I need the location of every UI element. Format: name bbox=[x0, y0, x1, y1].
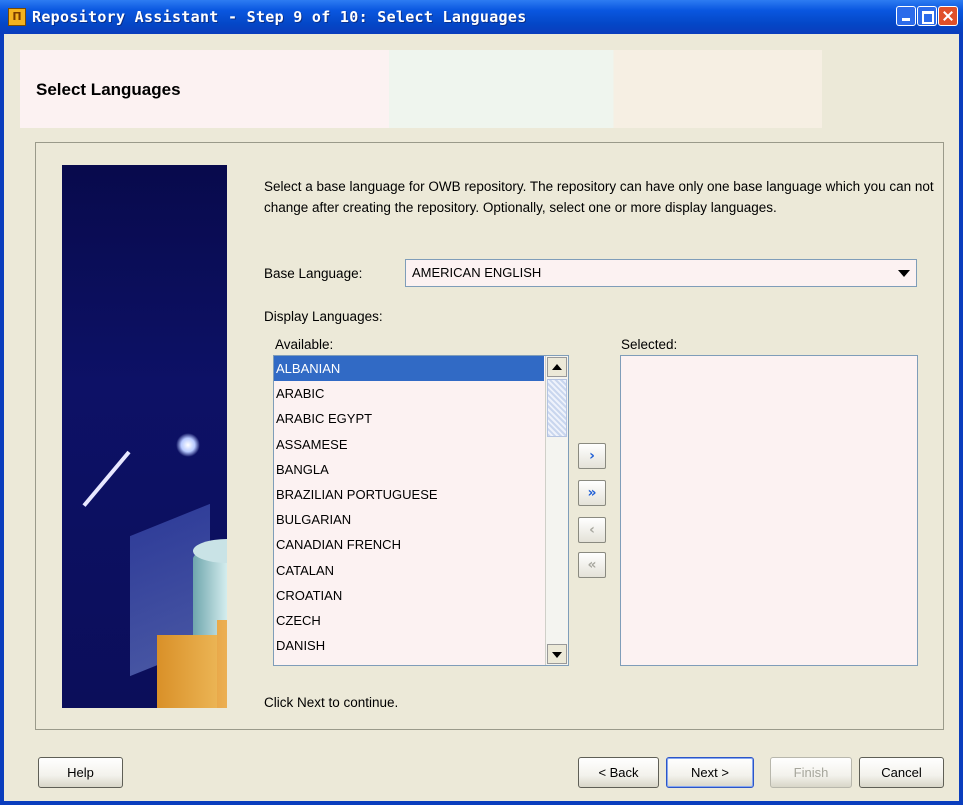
cancel-button[interactable]: Cancel bbox=[859, 757, 944, 788]
next-button[interactable]: Next > bbox=[666, 757, 754, 788]
available-languages-list[interactable]: ALBANIAN ARABIC ARABIC EGYPT ASSAMESE BANGLA… bbox=[273, 355, 569, 666]
minimize-icon[interactable] bbox=[896, 6, 916, 26]
warehouse-building-front bbox=[217, 620, 227, 708]
header-band: Select Languages bbox=[20, 50, 822, 128]
list-item[interactable]: BRAZILIAN PORTUGUESE bbox=[274, 482, 544, 507]
maximize-icon[interactable] bbox=[917, 6, 937, 26]
scroll-thumb[interactable] bbox=[547, 379, 567, 437]
app-icon: П bbox=[8, 8, 26, 26]
base-language-value: AMERICAN ENGLISH bbox=[412, 265, 542, 280]
list-item[interactable]: BANGLA bbox=[274, 457, 544, 482]
remove-all-button[interactable]: « bbox=[578, 552, 606, 578]
page-title: Select Languages bbox=[36, 80, 181, 99]
list-item[interactable]: ALBANIAN bbox=[274, 356, 544, 382]
list-item[interactable]: ASSAMESE bbox=[274, 432, 544, 457]
list-item[interactable]: ARABIC bbox=[274, 381, 544, 406]
base-language-label: Base Language: bbox=[264, 266, 363, 281]
close-icon[interactable] bbox=[938, 6, 958, 26]
display-languages-label: Display Languages: bbox=[264, 309, 383, 324]
chevron-down-icon[interactable] bbox=[898, 270, 910, 277]
add-all-button[interactable]: » bbox=[578, 480, 606, 506]
list-item[interactable]: CANADIAN FRENCH bbox=[274, 532, 544, 557]
add-selected-button[interactable]: › bbox=[578, 443, 606, 469]
wand-graphic bbox=[82, 450, 131, 507]
remove-selected-button[interactable]: ‹ bbox=[578, 517, 606, 543]
scrollbar[interactable] bbox=[545, 356, 568, 665]
selected-label: Selected: bbox=[621, 337, 678, 352]
wizard-illustration bbox=[62, 165, 227, 708]
list-item[interactable]: DANISH bbox=[274, 633, 544, 658]
selected-languages-list[interactable] bbox=[620, 355, 918, 666]
window-title: Repository Assistant - Step 9 of 10: Sel… bbox=[32, 8, 527, 26]
back-button[interactable]: < Back bbox=[578, 757, 659, 788]
list-item[interactable]: CROATIAN bbox=[274, 583, 544, 608]
list-item[interactable]: ARABIC EGYPT bbox=[274, 406, 544, 431]
available-label: Available: bbox=[275, 337, 334, 352]
list-item[interactable]: BULGARIAN bbox=[274, 507, 544, 532]
help-button[interactable]: Help bbox=[38, 757, 123, 788]
intro-text: Select a base language for OWB repositor… bbox=[264, 179, 934, 215]
list-item[interactable]: CZECH bbox=[274, 608, 544, 633]
footer-message: Click Next to continue. bbox=[264, 695, 399, 710]
scroll-up-arrow-icon[interactable] bbox=[547, 357, 567, 377]
sparkle-graphic bbox=[176, 433, 200, 457]
base-language-select[interactable]: AMERICAN ENGLISH bbox=[405, 259, 917, 287]
available-items: ALBANIAN ARABIC ARABIC EGYPT ASSAMESE BANGLA… bbox=[274, 356, 568, 658]
title-bar[interactable]: П Repository Assistant - Step 9 of 10: S… bbox=[0, 0, 963, 34]
finish-button[interactable]: Finish bbox=[770, 757, 852, 788]
list-item[interactable]: CATALAN bbox=[274, 558, 544, 583]
scroll-down-arrow-icon[interactable] bbox=[547, 644, 567, 664]
